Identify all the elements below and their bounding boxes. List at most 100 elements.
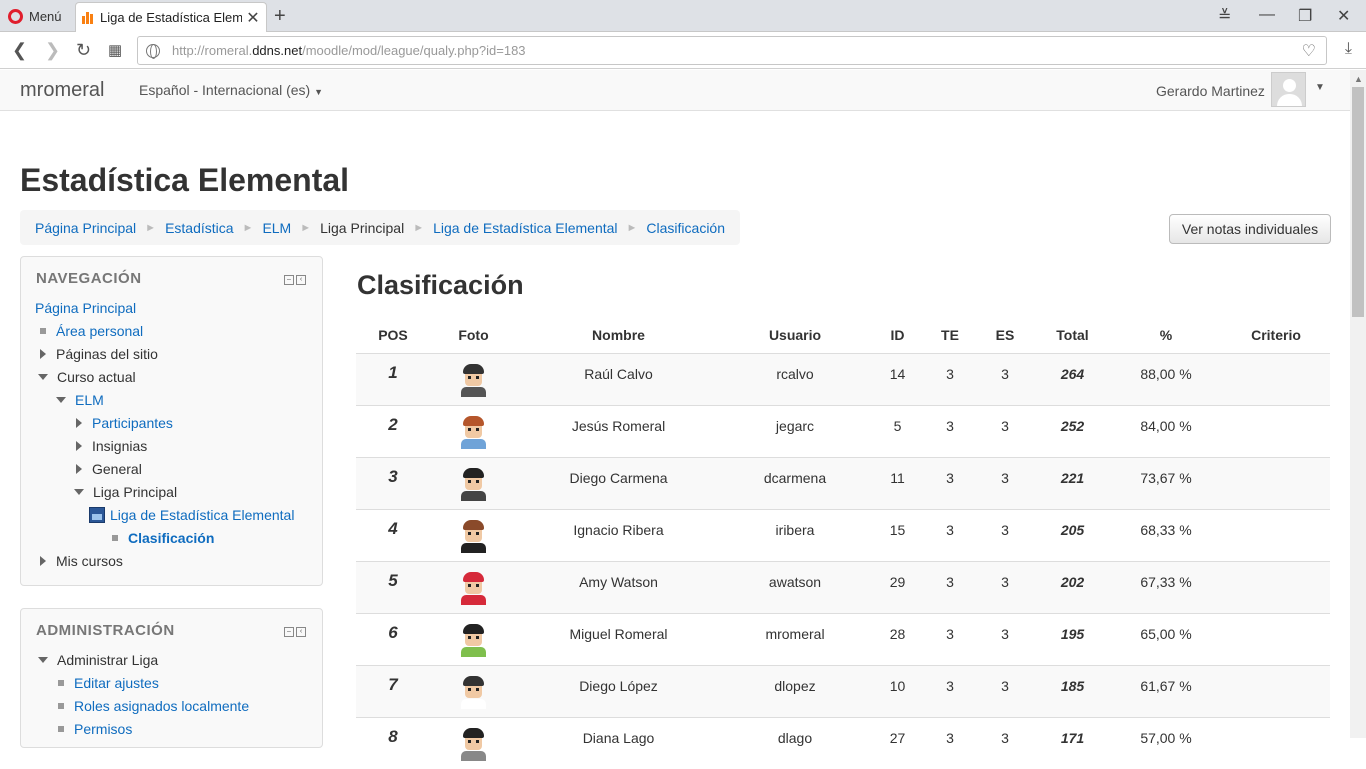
view-individual-grades-button[interactable]: Ver notas individuales <box>1169 214 1331 244</box>
user-name[interactable]: Gerardo Martinez <box>1156 83 1265 99</box>
nav-item-current-course[interactable]: Curso actual <box>38 369 136 385</box>
table-row: 5 Amy Watson awatson 29 3 3 202 67,33 % <box>356 560 1330 613</box>
opera-menu-button[interactable]: Menú <box>8 7 62 25</box>
ranking-table-body: 1 Raúl Calvo rcalvo 14 3 3 264 88,00 % 2 Jesús Ro… <box>356 352 1330 769</box>
minimize-icon[interactable]: — <box>1259 6 1275 24</box>
speed-dial-icon[interactable]: ▦ <box>108 41 122 59</box>
cell-es: 3 <box>975 508 1035 561</box>
bookmark-heart-icon[interactable]: ♡ <box>1302 41 1316 61</box>
ranking-title: Clasificación <box>357 270 524 300</box>
cell-photo <box>430 664 517 717</box>
cell-name: Jesús Romeral <box>517 404 720 457</box>
student-avatar[interactable] <box>456 622 491 657</box>
breadcrumb-separator-icon: ► <box>413 221 425 234</box>
cell-user: dcarmena <box>720 456 870 509</box>
nav-item-home[interactable]: Página Principal <box>35 300 136 316</box>
nav-item-league-module[interactable]: Liga de Estadística Elemental <box>89 507 294 523</box>
tab-menu-icon[interactable]: ≚ <box>1218 6 1231 26</box>
collapse-icon[interactable]: – <box>284 275 294 285</box>
cell-percent: 68,33 % <box>1110 508 1222 561</box>
nav-item-ranking[interactable]: Clasificación <box>112 530 214 546</box>
nav-item-badges[interactable]: Insignias <box>76 438 147 454</box>
cell-criteria <box>1222 612 1330 665</box>
cell-pos: 3 <box>356 456 430 509</box>
admin-item-edit-settings[interactable]: Editar ajustes <box>58 675 159 691</box>
forward-icon[interactable]: ❯ <box>45 40 60 61</box>
nav-item-my-courses[interactable]: Mis cursos <box>40 553 123 569</box>
column-header-total: Total <box>1035 317 1110 354</box>
student-avatar[interactable] <box>456 466 491 501</box>
table-row: 2 Jesús Romeral jegarc 5 3 3 252 84,00 % <box>356 404 1330 457</box>
cell-es: 3 <box>975 352 1035 405</box>
cell-total: 221 <box>1035 456 1110 509</box>
nav-item-dashboard[interactable]: Área personal <box>40 323 143 339</box>
table-row: 4 Ignacio Ribera iribera 15 3 3 205 68,33 % <box>356 508 1330 561</box>
scrollbar-thumb[interactable] <box>1352 87 1364 317</box>
league-module-icon <box>89 507 105 523</box>
breadcrumb-item[interactable]: Página Principal <box>35 220 136 236</box>
cell-user: dlago <box>720 716 870 769</box>
nav-item-participants[interactable]: Participantes <box>76 415 173 431</box>
page-title: Estadística Elemental <box>20 162 350 198</box>
cell-percent: 65,00 % <box>1110 612 1222 665</box>
cell-total: 252 <box>1035 404 1110 457</box>
new-tab-icon[interactable]: + <box>274 5 286 28</box>
user-avatar[interactable] <box>1271 72 1306 107</box>
user-menu-caret-icon[interactable]: ▼ <box>1315 82 1325 93</box>
cell-percent: 73,67 % <box>1110 456 1222 509</box>
cell-user: awatson <box>720 560 870 613</box>
url-host: ddns.net <box>252 43 303 58</box>
cell-criteria <box>1222 508 1330 561</box>
breadcrumb-item[interactable]: Estadística <box>165 220 233 236</box>
admin-item-permissions[interactable]: Permisos <box>58 721 132 737</box>
cell-es: 3 <box>975 612 1035 665</box>
breadcrumb-item[interactable]: Clasificación <box>646 220 725 236</box>
globe-icon <box>146 43 160 59</box>
cell-name: Diego López <box>517 664 720 717</box>
student-avatar[interactable] <box>456 726 491 761</box>
opera-menu-label: Menú <box>29 8 62 24</box>
cell-photo <box>430 716 517 769</box>
moodle-navbar: mromeral Español - Internacional (es) ▼ … <box>0 70 1350 111</box>
breadcrumb-item[interactable]: ELM <box>262 220 291 236</box>
url-path: /moodle/mod/league/qualy.php?id=183 <box>302 43 526 58</box>
cell-te: 3 <box>925 456 975 509</box>
close-window-icon[interactable]: ✕ <box>1337 6 1350 26</box>
collapse-tree-icon <box>74 489 84 495</box>
cell-name: Ignacio Ribera <box>517 508 720 561</box>
student-avatar[interactable] <box>456 570 491 605</box>
admin-item-manage-league[interactable]: Administrar Liga <box>38 652 158 668</box>
dock-icon[interactable]: ‹ <box>296 275 306 285</box>
tab-close-icon[interactable]: ✕ <box>246 8 260 28</box>
admin-item-local-roles[interactable]: Roles asignados localmente <box>58 698 249 714</box>
student-avatar[interactable] <box>456 362 491 397</box>
reload-icon[interactable]: ↻ <box>76 40 91 61</box>
ranking-table-wrapper: POS Foto Nombre Usuario ID TE ES Total %… <box>356 317 1330 769</box>
nav-item-site-pages[interactable]: Páginas del sitio <box>40 346 158 362</box>
cell-id: 14 <box>870 352 925 405</box>
student-avatar[interactable] <box>456 414 491 449</box>
student-avatar[interactable] <box>456 674 491 709</box>
download-icon[interactable]: ⤓ <box>1345 40 1352 58</box>
cell-percent: 57,00 % <box>1110 716 1222 769</box>
nav-item-main-league[interactable]: Liga Principal <box>74 484 177 500</box>
site-brand-link[interactable]: mromeral <box>20 79 104 102</box>
cell-total: 264 <box>1035 352 1110 405</box>
student-avatar[interactable] <box>456 518 491 553</box>
cell-user: dlopez <box>720 664 870 717</box>
dock-icon[interactable]: ‹ <box>296 627 306 637</box>
address-bar-row: ❮ ❯ ↻ ▦ http://romeral. ddns.net/moodle/m… <box>0 32 1366 69</box>
collapse-icon[interactable]: – <box>284 627 294 637</box>
breadcrumb-item[interactable]: Liga de Estadística Elemental <box>433 220 617 236</box>
back-icon[interactable]: ❮ <box>12 40 27 61</box>
nav-item-general[interactable]: General <box>76 461 142 477</box>
maximize-icon[interactable]: ❐ <box>1298 6 1312 26</box>
url-input[interactable]: http://romeral. ddns.net/moodle/mod/leagu… <box>137 36 1327 65</box>
cell-user: rcalvo <box>720 352 870 405</box>
scroll-up-icon[interactable]: ▲ <box>1354 74 1363 84</box>
page-scrollbar[interactable]: ▲ <box>1350 70 1366 738</box>
browser-tab-active[interactable]: Liga de Estadística Elemental ✕ <box>75 2 267 32</box>
language-menu[interactable]: Español - Internacional (es) ▼ <box>139 82 323 98</box>
nav-item-elm[interactable]: ELM <box>56 392 104 408</box>
cell-name: Amy Watson <box>517 560 720 613</box>
